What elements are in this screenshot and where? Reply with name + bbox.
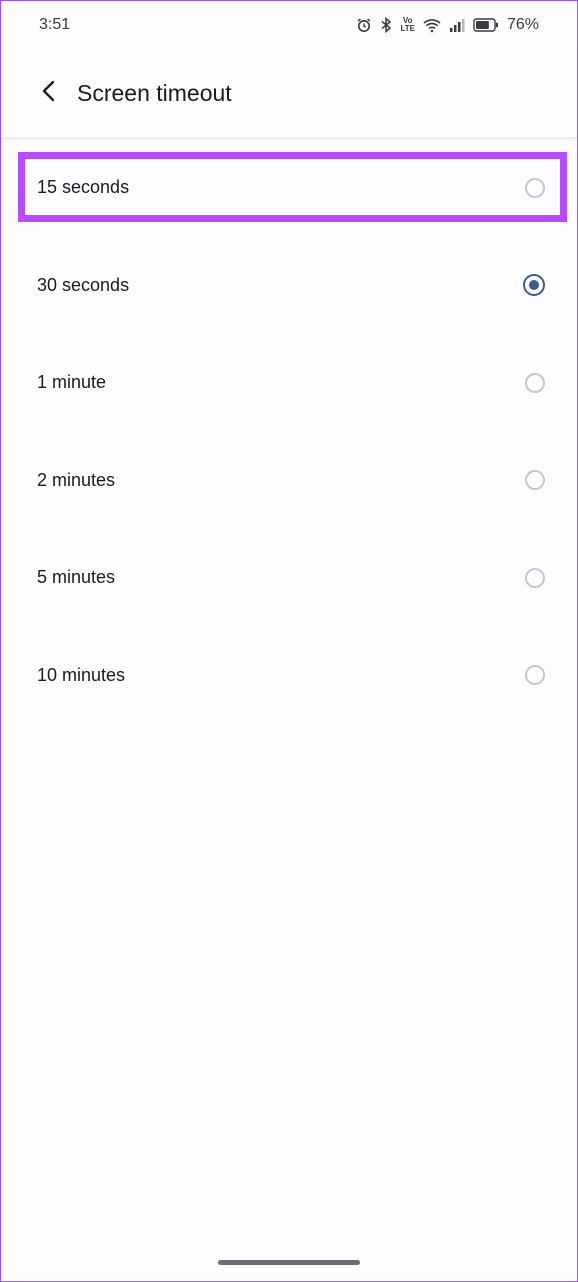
option-label: 15 seconds	[37, 177, 130, 198]
cellular-signal-icon	[449, 17, 465, 33]
option-label: 5 minutes	[37, 567, 116, 588]
option-label: 2 minutes	[37, 469, 116, 490]
option-15-seconds[interactable]: 15 seconds	[1, 139, 577, 237]
app-bar: Screen timeout	[1, 49, 577, 138]
bluetooth-icon	[380, 17, 392, 33]
status-icons: Vo LTE 76%	[356, 16, 539, 34]
radio-button[interactable]	[525, 470, 545, 491]
status-bar: 3:51 Vo LTE 76%	[1, 1, 577, 49]
back-button[interactable]	[29, 73, 69, 113]
option-label: 30 seconds	[37, 274, 130, 295]
wifi-icon	[423, 17, 441, 33]
timeout-options-list: 15 seconds 30 seconds 1 minute 2 minutes…	[1, 139, 577, 724]
option-2-minutes[interactable]: 2 minutes	[1, 432, 577, 530]
radio-dot	[529, 280, 539, 291]
radio-button[interactable]	[525, 372, 545, 393]
radio-button[interactable]	[525, 177, 545, 198]
home-indicator[interactable]	[218, 1260, 360, 1265]
alarm-icon	[356, 17, 372, 33]
status-time: 3:51	[39, 16, 71, 33]
battery-icon	[473, 18, 499, 32]
radio-button[interactable]	[525, 665, 545, 686]
radio-button[interactable]	[525, 567, 545, 588]
option-10-minutes[interactable]: 10 minutes	[1, 627, 577, 725]
option-1-minute[interactable]: 1 minute	[1, 334, 577, 432]
radio-button-selected[interactable]	[523, 274, 545, 297]
volte-icon: Vo LTE	[400, 16, 415, 33]
option-5-minutes[interactable]: 5 minutes	[1, 529, 577, 627]
battery-percentage: 76%	[506, 16, 539, 33]
option-label: 10 minutes	[37, 664, 126, 685]
option-30-seconds[interactable]: 30 seconds	[1, 237, 577, 335]
back-arrow-icon	[39, 79, 59, 108]
option-label: 1 minute	[37, 372, 107, 393]
page-title: Screen timeout	[77, 79, 232, 106]
